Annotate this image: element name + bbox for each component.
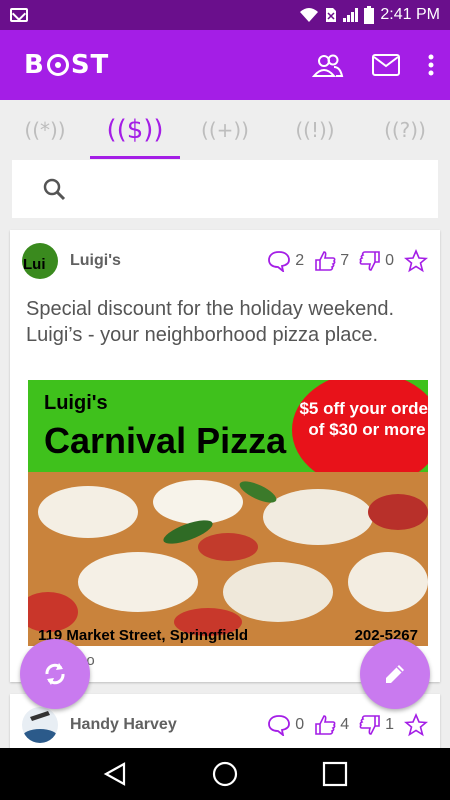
comment-count: 0 [295,716,305,733]
messages-icon[interactable] [372,54,400,76]
like-count: 7 [340,252,350,269]
svg-text:Lui: Lui [23,256,46,273]
recents-icon[interactable] [322,761,348,787]
thumbs-up-icon[interactable] [314,714,336,736]
battery-icon [364,6,375,24]
friends-icon[interactable] [312,52,344,78]
post-author[interactable]: Handy Harvey [70,716,177,734]
avatar[interactable]: Lui [22,243,58,279]
search-bar[interactable] [12,160,438,218]
tab-alerts[interactable]: ((!)) [285,108,345,152]
refresh-button[interactable] [20,639,90,709]
logo-signal-o [46,54,69,76]
thumbs-down-icon[interactable] [359,250,381,272]
tab-all[interactable]: ((*)) [15,108,75,152]
app-bar: B ST [0,30,450,100]
comment-icon[interactable] [267,714,291,736]
avatar[interactable] [22,707,58,743]
post-author[interactable]: Luigi's [70,252,121,270]
app-logo: B ST [24,50,110,80]
overflow-menu-icon[interactable] [428,54,434,76]
tab-deals[interactable]: (($)) [105,108,165,152]
thumbs-up-icon[interactable] [314,250,336,272]
no-sim-icon [326,8,337,22]
pencil-icon [386,665,404,683]
comment-count: 2 [295,252,305,269]
search-icon[interactable] [42,177,66,201]
compose-button[interactable] [360,639,430,709]
post-stats: 2 7 0 [267,249,428,273]
post-stats: 0 4 1 [267,713,428,737]
tab-questions[interactable]: ((?)) [375,108,435,152]
gmail-notification-icon [10,8,28,22]
home-icon[interactable] [211,760,239,788]
comment-icon[interactable] [267,250,291,272]
post-text: Special discount for the holiday weekend… [26,298,395,346]
signal-icon [343,8,359,22]
thumbs-down-icon[interactable] [359,714,381,736]
star-icon[interactable] [404,713,428,737]
status-bar: 2:41 PM [0,0,450,30]
wifi-icon [300,8,319,22]
tab-add[interactable]: ((+)) [195,108,255,152]
star-icon[interactable] [404,249,428,273]
like-count: 4 [340,716,350,733]
dislike-count: 1 [385,716,394,733]
post-image[interactable]: Luigi's Carnival Pizza $5 off your order… [28,380,428,646]
system-nav-bar [0,748,450,800]
back-icon[interactable] [102,761,128,787]
category-tabs: ((*)) (($)) ((+)) ((!)) ((?)) [0,100,450,160]
post-card[interactable]: Lui Luigi's 2 7 0 Special discount for t… [10,230,440,682]
active-tab-indicator [90,156,180,159]
ad-small-title: Luigi's [44,392,108,414]
refresh-icon [45,663,65,685]
ad-big-title: Carnival Pizza [44,420,287,461]
pizza-photo [28,472,428,646]
status-time: 2:41 PM [380,6,440,23]
dislike-count: 0 [385,252,394,269]
